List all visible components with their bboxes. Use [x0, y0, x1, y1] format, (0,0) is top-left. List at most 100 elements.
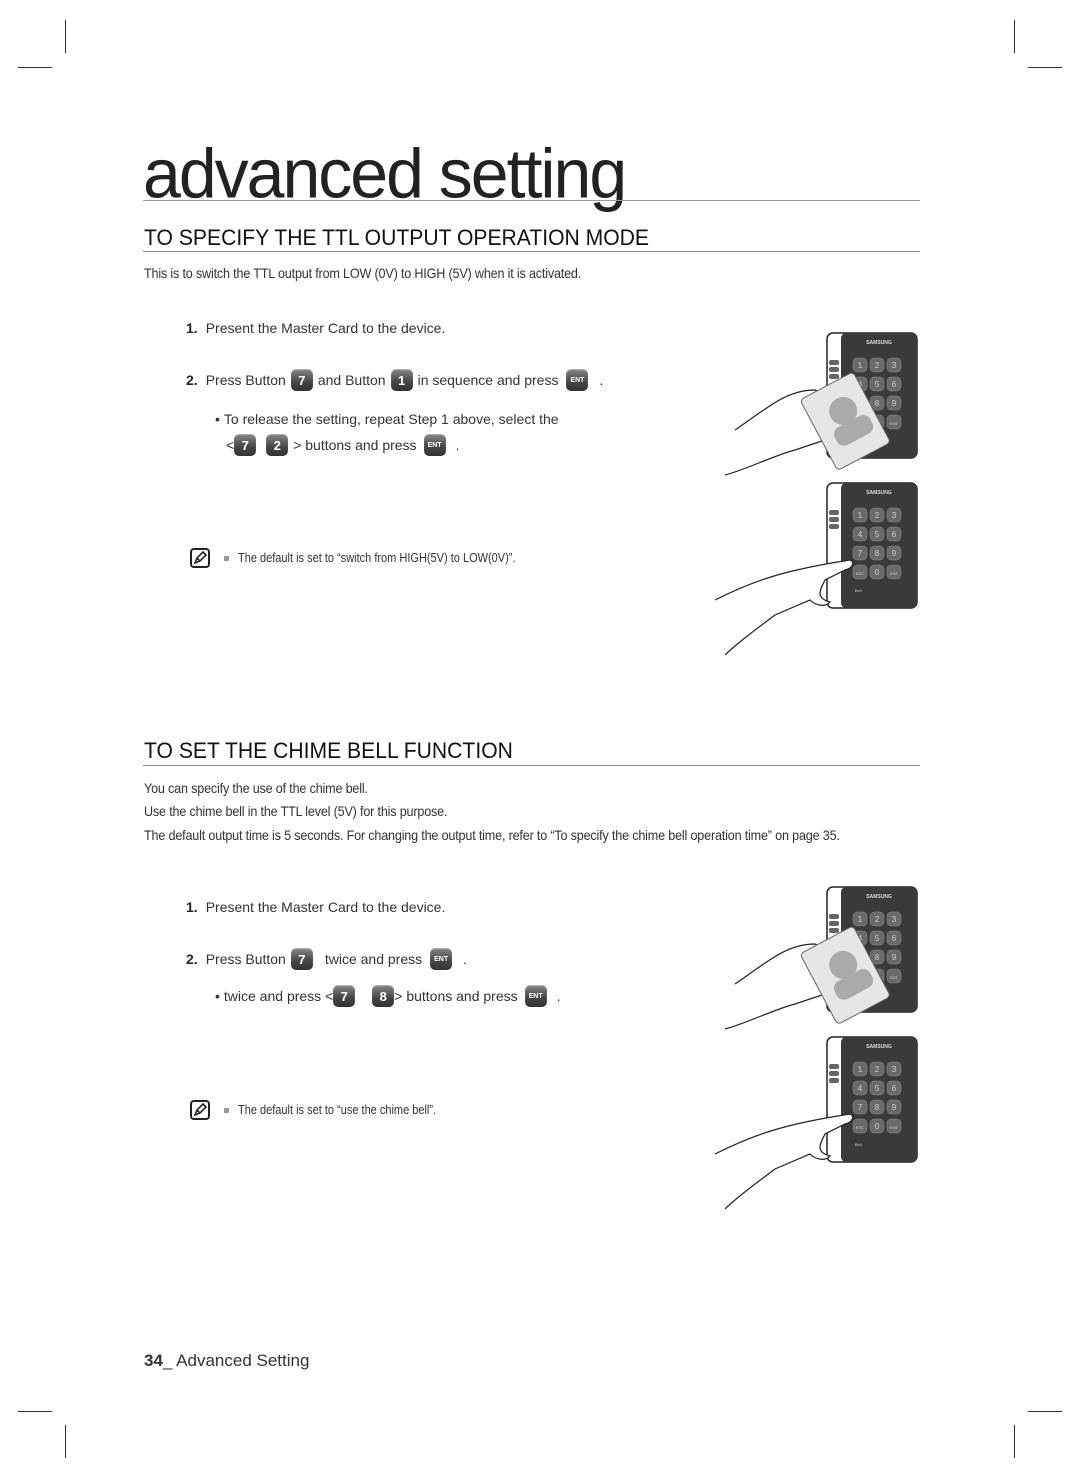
brand-label: SAMSUNG	[866, 894, 892, 900]
led-indicator	[829, 367, 839, 372]
section-rule	[143, 765, 920, 766]
note-chime: The default is set to “use the chime bel…	[190, 1100, 463, 1120]
step-text: Press Button	[205, 372, 286, 388]
led-indicator	[829, 914, 839, 919]
keypad-key-label: 6	[892, 934, 897, 943]
step-number: 2.	[186, 372, 198, 388]
keypad-key-label: 6	[892, 380, 897, 389]
bullet-text: To release the setting, repeat Step 1 ab…	[223, 411, 559, 427]
crop-mark	[1028, 67, 1062, 68]
keypad-key-label: 1	[858, 915, 863, 924]
footer-section: Advanced Setting	[176, 1351, 310, 1370]
brand-label: SAMSUNG	[866, 340, 892, 346]
bullet-text: twice and press <	[223, 988, 334, 1004]
key-7-icon: 7	[290, 948, 313, 970]
keypad-key-label: 9	[892, 549, 897, 558]
crop-mark	[1014, 1425, 1015, 1458]
led-indicator	[829, 1071, 839, 1076]
bell-label: Bell	[855, 588, 862, 593]
key-2-icon: 2	[266, 434, 289, 456]
key-7-icon: 7	[333, 985, 356, 1007]
note-pencil-icon	[190, 1100, 210, 1120]
section-paragraph: The default output time is 5 seconds. Fo…	[144, 827, 840, 843]
bullet-release: • To release the setting, repeat Step 1 …	[215, 411, 559, 427]
step-text: .	[463, 951, 468, 967]
step-text: in sequence and press	[417, 372, 559, 388]
key-7-icon: 7	[234, 434, 257, 456]
crop-mark	[1014, 20, 1015, 53]
keypad-key-label: 3	[892, 361, 897, 370]
step-2: 2. Press Button 7 and Button 1 in sequen…	[186, 369, 603, 391]
keypad-key-label: 2	[875, 1065, 880, 1074]
led-indicator	[829, 1078, 839, 1083]
keypad-key-label: 7	[858, 1103, 863, 1112]
chapter-rule	[143, 200, 920, 201]
keypad-key-label: 0	[875, 568, 880, 577]
key-ent-icon: ENT	[524, 985, 547, 1007]
keypad-key-label: 2	[875, 511, 880, 520]
keypad-key-label: 4	[858, 530, 863, 539]
keypad-key-label: 1	[858, 511, 863, 520]
bullet-dot: •	[215, 988, 220, 1004]
key-8-icon: 8	[372, 985, 395, 1007]
keypad-key-label: 8	[875, 399, 880, 408]
note-pencil-icon	[190, 548, 210, 568]
keypad-key-label: 5	[875, 1084, 880, 1093]
bullet-release-line2: < 7 2 > buttons and press ENT .	[226, 434, 459, 456]
section-intro: This is to switch the TTL output from LO…	[144, 265, 582, 281]
led-indicator	[829, 1064, 839, 1069]
keypad-key-label: ENT	[890, 1125, 899, 1130]
step-text: Present the Master Card to the device.	[205, 899, 446, 915]
step-text: and Button	[317, 372, 386, 388]
keypad-key-label: 6	[892, 1084, 897, 1093]
keypad-key-label: 8	[875, 549, 880, 558]
note-ttl: The default is set to “switch from HIGH(…	[190, 548, 553, 568]
crop-mark	[65, 1425, 66, 1458]
device-panel	[841, 1037, 917, 1162]
device-svg: SAMSUNG 1 2 3 4 5 6 7 8 9 ESC 0 ENT Bell	[714, 482, 918, 656]
bullet-text: <	[226, 437, 235, 453]
crop-mark	[65, 20, 66, 53]
key-ent-icon: ENT	[423, 434, 446, 456]
step-text: Present the Master Card to the device.	[205, 320, 446, 336]
section-rule	[143, 251, 920, 252]
keypad-key-label: 5	[875, 530, 880, 539]
bullet-text: .	[556, 988, 561, 1004]
keypad-key-label: 3	[892, 1065, 897, 1074]
bullet-text: > buttons and press	[293, 437, 417, 453]
led-indicator	[829, 510, 839, 515]
keypad-key-label: 0	[875, 1122, 880, 1131]
chapter-title: advanced setting	[143, 134, 627, 214]
illustration-press-key: SAMSUNG 1 2 3 4 5 6 7 8 9 ESC 0 ENT Bell	[714, 480, 920, 665]
page-footer: 34_ Advanced Setting	[144, 1351, 309, 1371]
keypad-key-label: 1	[858, 1065, 863, 1074]
keypad-key-label: ESC	[856, 571, 864, 576]
keypad-key-label: 2	[875, 361, 880, 370]
note-text: The default is set to “use the chime bel…	[238, 1103, 437, 1117]
bullet-dot: •	[215, 411, 220, 427]
device-panel	[841, 483, 917, 608]
section-paragraph: Use the chime bell in the TTL level (5V)…	[144, 803, 448, 819]
keypad-key-label: 2	[875, 915, 880, 924]
keypad-key-label: 5	[875, 380, 880, 389]
crop-mark	[18, 1411, 52, 1412]
keypad-key-label: ESC	[856, 1125, 864, 1130]
bell-label: Bell	[855, 1142, 862, 1147]
note-text: The default is set to “switch from HIGH(…	[238, 551, 516, 565]
keypad-key-label: 3	[892, 511, 897, 520]
step-2: 2. Press Button 7 twice and press ENT .	[186, 948, 467, 970]
bullet-text: > buttons and press	[394, 988, 518, 1004]
device-svg: SAMSUNG 1 2 3 4 5 6 7 8 9 ESC 0 ENT Bell	[714, 1036, 918, 1210]
step-text: twice and press	[324, 951, 423, 967]
step-number: 1.	[186, 320, 198, 336]
crop-mark	[1028, 1411, 1062, 1412]
step-number: 2.	[186, 951, 198, 967]
step-text: .	[599, 372, 604, 388]
footer-separator: _	[162, 1351, 177, 1370]
keypad-key-label: ENT	[890, 975, 899, 980]
led-indicator	[829, 921, 839, 926]
led-indicator	[829, 374, 839, 379]
keypad-key-label: 9	[892, 953, 897, 962]
keypad-key-label: 3	[892, 915, 897, 924]
key-1-icon: 1	[390, 369, 413, 391]
